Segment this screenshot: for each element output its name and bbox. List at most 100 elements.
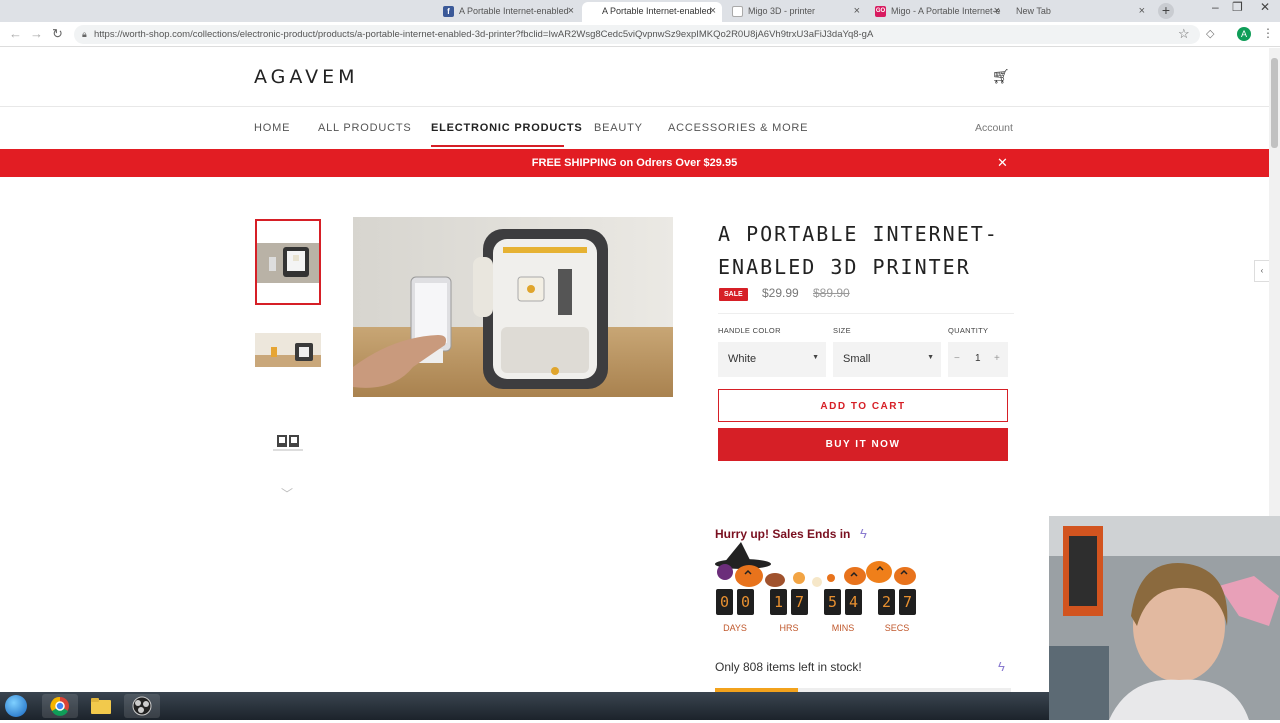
browser-tab[interactable]: Migo 3D - printer × — [726, 2, 866, 22]
add-to-cart-button[interactable]: ADD TO CART — [718, 389, 1008, 422]
forward-arrow-icon[interactable]: → — [30, 26, 43, 41]
countdown-digit: 1 — [770, 589, 787, 615]
caret-down-icon: ▼ — [927, 354, 934, 361]
handle-color-value: White — [728, 353, 757, 365]
extension-icon[interactable]: ◇ — [1206, 27, 1214, 40]
close-tab-icon[interactable]: × — [854, 5, 860, 17]
stock-text: Only 808 items left in stock! — [715, 660, 862, 674]
product-thumbnail[interactable] — [255, 421, 321, 461]
nav-accessories[interactable]: ACCESSORIES & MORE — [668, 122, 808, 134]
quantity-plus-button[interactable]: + — [994, 353, 1000, 364]
tab-title: Migo - A Portable Internet-e — [891, 6, 1001, 16]
webcam-person-image — [1049, 516, 1280, 720]
quantity-stepper: − 1 + — [948, 342, 1008, 377]
size-label: SIZE — [833, 326, 851, 335]
side-panel-chevron-icon[interactable]: ‹ — [1254, 260, 1269, 282]
quantity-value[interactable]: 1 — [975, 353, 981, 364]
printer-thumbnail-image — [255, 333, 321, 367]
url-text: https://worth-shop.com/collections/elect… — [94, 29, 874, 40]
nav-home[interactable]: HOME — [254, 122, 290, 134]
obs-logo — [132, 696, 152, 716]
sale-badge: SALE — [719, 288, 748, 301]
quantity-label: QUANTITY — [948, 326, 989, 335]
product-thumbnail[interactable] — [255, 219, 321, 305]
chrome-icon[interactable] — [42, 694, 78, 718]
size-select[interactable]: Small ▼ — [833, 342, 941, 377]
back-arrow-icon[interactable]: ← — [9, 26, 22, 41]
close-tab-icon[interactable]: × — [568, 5, 574, 17]
hurry-text: Hurry up! Sales Ends in — [715, 527, 851, 541]
buy-it-now-button[interactable]: BUY IT NOW — [718, 428, 1008, 461]
countdown-unit-days: DAYS — [723, 623, 747, 633]
countdown-digit: 7 — [791, 589, 808, 615]
caret-down-icon: ▼ — [812, 354, 819, 361]
lightning-icon: ϟ — [860, 526, 867, 541]
doc-icon — [732, 6, 743, 17]
countdown-unit-secs: SECS — [884, 623, 910, 633]
close-tab-icon[interactable]: × — [1139, 5, 1145, 17]
window-close-icon[interactable]: ✕ — [1260, 0, 1270, 14]
browser-tab[interactable]: New Tab × — [1009, 2, 1151, 22]
countdown-digit: 0 — [737, 589, 754, 615]
lock-icon[interactable]: 🔒︎ — [82, 29, 87, 40]
banner-text: FREE SHIPPING on Odrers Over $29.95 — [531, 157, 738, 169]
browser-tab-active[interactable]: A Portable Internet-enabled × — [582, 2, 722, 22]
printer-thumbnail-image — [273, 435, 303, 451]
product-thumbnail[interactable] — [255, 331, 321, 371]
tab-title: New Tab — [1016, 6, 1051, 16]
countdown-digit: 5 — [824, 589, 841, 615]
countdown-digit: 2 — [878, 589, 895, 615]
file-explorer-icon[interactable] — [83, 694, 119, 718]
header-divider — [0, 106, 1269, 107]
price-divider — [718, 313, 1014, 314]
size-value: Small — [843, 353, 871, 365]
profile-avatar[interactable]: A — [1237, 27, 1251, 41]
folder-logo — [91, 698, 111, 714]
countdown-unit-mins: MINS — [831, 623, 855, 633]
reload-icon[interactable]: ↻ — [52, 26, 63, 42]
product-title: A PORTABLE INTERNET-ENABLED 3D PRINTER — [718, 222, 999, 279]
chevron-down-icon[interactable]: ﹀ — [281, 485, 293, 502]
compare-price: $89.90 — [813, 286, 850, 300]
new-tab-button[interactable]: + — [1158, 3, 1174, 19]
sale-price: $29.99 — [762, 286, 799, 300]
handle-color-select[interactable]: White ▼ — [718, 342, 826, 377]
close-banner-icon[interactable]: ✕ — [997, 155, 1008, 171]
quantity-minus-button[interactable]: − — [954, 353, 960, 364]
active-nav-underline — [431, 145, 564, 147]
minimize-icon[interactable]: – — [1212, 0, 1219, 14]
nav-electronic-products[interactable]: ELECTRONIC PRODUCTS — [431, 122, 582, 134]
countdown-digit: 0 — [716, 589, 733, 615]
close-tab-icon[interactable]: × — [994, 5, 1000, 17]
browser-tab[interactable]: GO Migo - A Portable Internet-e × — [869, 2, 1006, 22]
browser-tab-bar: f A Portable Internet-enabled × A Portab… — [0, 0, 1280, 22]
scrollbar-thumb[interactable] — [1271, 58, 1278, 148]
webcam-overlay — [1049, 516, 1280, 720]
lightning-icon: ϟ — [998, 659, 1005, 674]
maximize-icon[interactable]: ❐ — [1232, 0, 1243, 14]
halloween-decoration — [715, 542, 916, 587]
store-logo[interactable]: AGAVEM — [254, 66, 359, 88]
bookmark-star-icon[interactable]: ☆ — [1178, 26, 1190, 42]
nav-beauty[interactable]: BEAUTY — [594, 122, 643, 134]
tab-title: Migo 3D - printer — [748, 6, 816, 16]
gogo-icon: GO — [875, 6, 886, 17]
chrome-logo — [50, 696, 69, 716]
shipping-banner: FREE SHIPPING on Odrers Over $29.95 ✕ — [0, 149, 1269, 177]
account-link[interactable]: Account — [975, 122, 1013, 134]
obs-icon[interactable] — [124, 694, 160, 718]
nav-all-products[interactable]: ALL PRODUCTS — [318, 122, 412, 134]
facebook-icon: f — [443, 6, 454, 17]
windows-start-icon[interactable] — [5, 695, 27, 717]
url-field[interactable]: https://worth-shop.com/collections/elect… — [74, 25, 1200, 44]
tab-title: A Portable Internet-enabled — [602, 6, 712, 16]
countdown-digit: 4 — [845, 589, 862, 615]
close-tab-icon[interactable]: × — [710, 5, 716, 17]
tab-title: A Portable Internet-enabled — [459, 6, 569, 16]
product-main-image[interactable] — [353, 217, 673, 397]
cart-icon[interactable]: 🛒︎ — [992, 68, 1010, 85]
printer-photo — [353, 217, 673, 397]
kebab-menu-icon[interactable]: ⋮ — [1262, 26, 1274, 40]
browser-tab[interactable]: f A Portable Internet-enabled × — [437, 2, 580, 22]
address-toolbar: ← → ↻ https://worth-shop.com/collections… — [0, 22, 1280, 47]
